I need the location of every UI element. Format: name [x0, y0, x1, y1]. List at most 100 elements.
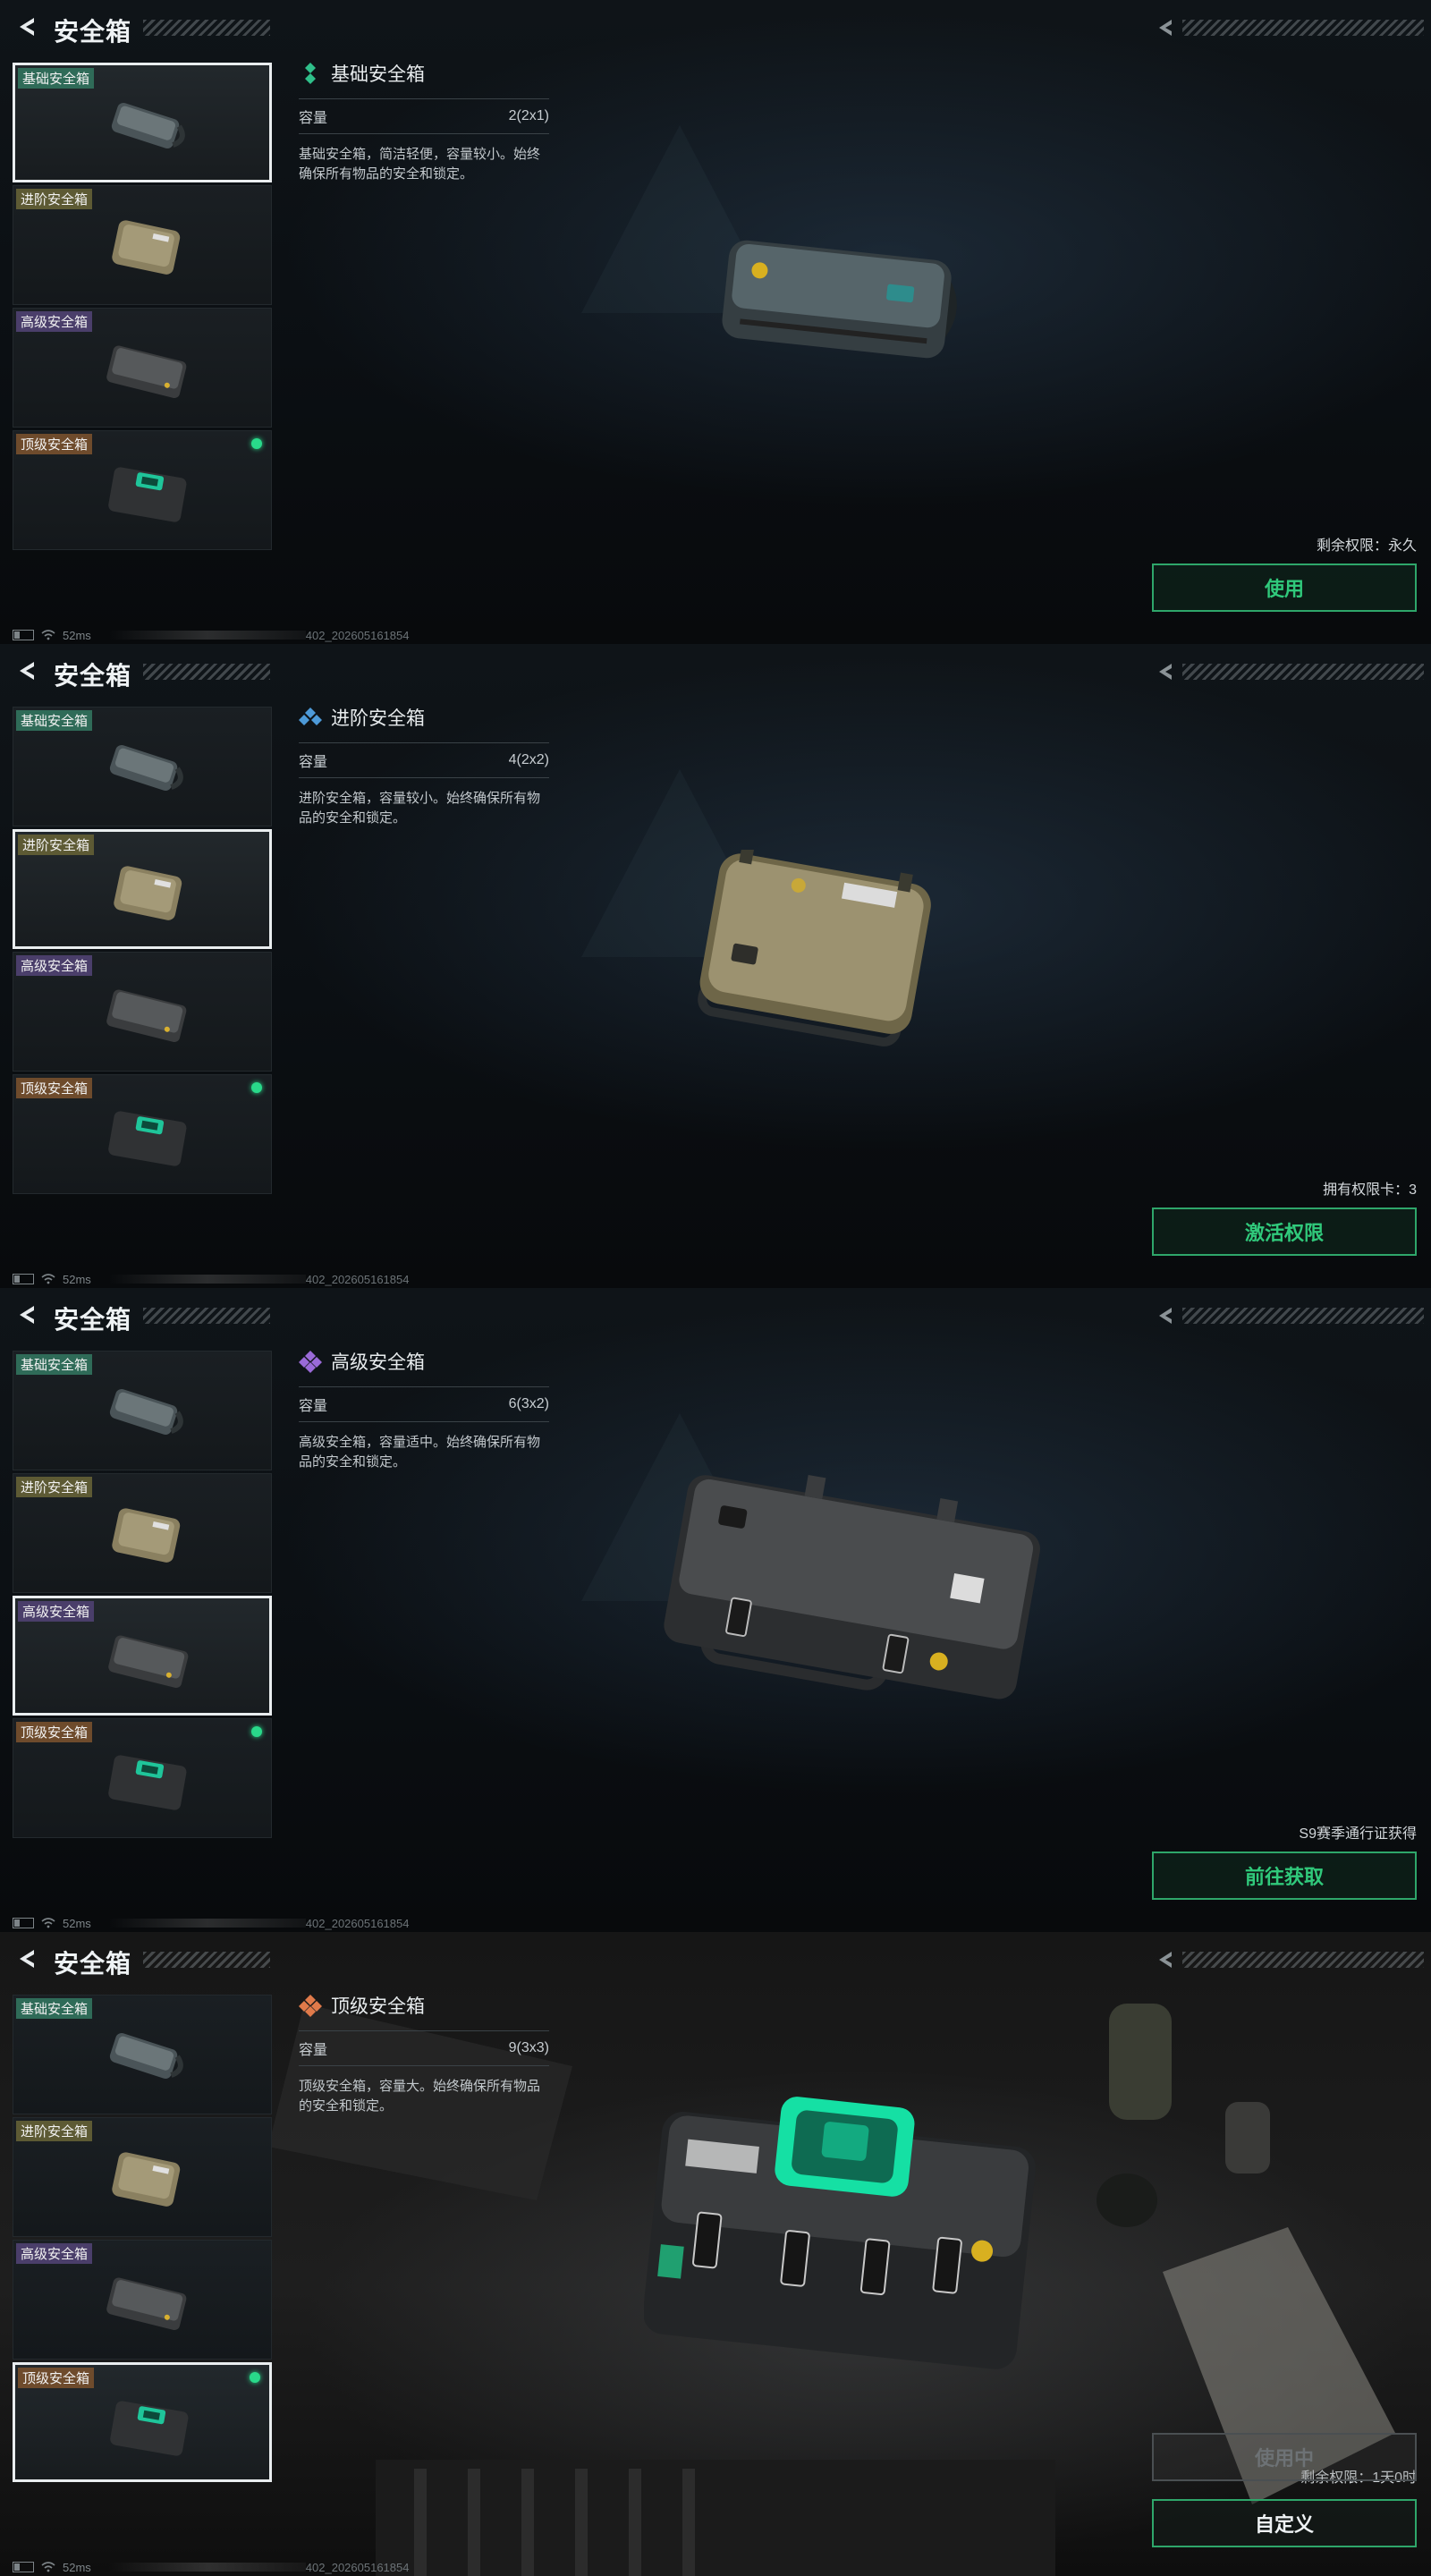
capacity-value: 2(2x1) [508, 108, 549, 123]
case-list: 基础安全箱 进阶安全箱 高级安全箱 顶级安全箱 [13, 1351, 274, 1841]
wifi-icon [41, 2562, 55, 2572]
panel-basic: 安全箱 基础安全箱 进阶安全箱 高级安全箱 顶级安全箱 基础安全箱 容量 2(2… [0, 0, 1431, 644]
case-list: 基础安全箱 进阶安全箱 高级安全箱 顶级安全箱 [13, 1995, 274, 2485]
advanced-case-thumb [112, 220, 181, 275]
high-case-thumb [106, 989, 187, 1042]
blurred-text [108, 1275, 306, 1284]
top-case-thumb [108, 1755, 187, 1810]
blurred-text [108, 1919, 306, 1928]
advanced-case-thumb [112, 2152, 181, 2207]
panel-high: 安全箱 基础安全箱 进阶安全箱 高级安全箱 顶级安全箱 高级安全箱 容量 6(3… [0, 1288, 1431, 1932]
high-case-image [664, 1474, 1040, 1699]
case-item-high[interactable]: 高级安全箱 [13, 308, 272, 428]
capacity-row: 容量 9(3x3) [299, 2030, 549, 2066]
panel-top: 安全箱 基础安全箱 进阶安全箱 高级安全箱 顶级安全箱 顶级安全箱 容量 9(3… [0, 1932, 1431, 2576]
advanced-case-thumb [112, 1508, 181, 1563]
case-item-basic[interactable]: 基础安全箱 [13, 63, 272, 182]
top-bar: 安全箱 [0, 1288, 1431, 1345]
basic-case-thumb [109, 2033, 183, 2079]
rarity-high-icon [299, 1351, 322, 1373]
decor-stripes [1182, 20, 1424, 36]
battery-icon [13, 630, 34, 640]
decor-chevron-icon [1159, 1308, 1172, 1324]
back-arrow-icon[interactable] [14, 1946, 39, 1971]
ping-text: 52ms [63, 1916, 91, 1930]
in-use-indicator [250, 2372, 260, 2383]
decor-stripes [143, 1952, 270, 1968]
battery-icon [13, 1274, 34, 1284]
case-name: 高级安全箱 [331, 1352, 425, 1373]
case-item-top[interactable]: 顶级安全箱 [13, 1718, 272, 1838]
case-item-advanced[interactable]: 进阶安全箱 [13, 829, 272, 949]
case-item-label: 进阶安全箱 [16, 189, 93, 209]
case-item-top[interactable]: 顶级安全箱 [13, 1074, 272, 1194]
case-item-label: 进阶安全箱 [18, 835, 95, 855]
top-bar: 安全箱 [0, 644, 1431, 701]
page-title: 安全箱 [54, 662, 132, 690]
decor-stripes [143, 664, 270, 680]
capacity-label: 容量 [299, 111, 328, 126]
advanced-case-thumb [114, 866, 182, 920]
case-item-label: 基础安全箱 [16, 710, 93, 731]
case-item-label: 基础安全箱 [16, 1998, 93, 2019]
case-description: 基础安全箱，简洁轻便，容量较小。始终确保所有物品的安全和锁定。 [299, 147, 541, 182]
capacity-label: 容量 [299, 1399, 328, 1414]
case-item-label: 高级安全箱 [16, 955, 93, 976]
capacity-row: 容量 6(3x2) [299, 1386, 549, 1422]
ping-text: 52ms [63, 2560, 91, 2574]
case-item-basic[interactable]: 基础安全箱 [13, 1351, 272, 1470]
case-item-high[interactable]: 高级安全箱 [13, 1596, 272, 1716]
permission-note: 剩余权限：永久 [1316, 538, 1417, 554]
rarity-basic-icon [305, 63, 316, 84]
rarity-advanced-icon [299, 708, 322, 725]
case-name: 基础安全箱 [331, 64, 425, 85]
capacity-row: 容量 4(2x2) [299, 742, 549, 778]
back-arrow-icon[interactable] [14, 1302, 39, 1327]
top-case-image [644, 2097, 1036, 2369]
in-use-indicator [251, 1082, 262, 1093]
case-item-label: 高级安全箱 [16, 2243, 93, 2264]
decor-chevron-icon [1159, 664, 1172, 680]
wifi-icon [41, 1918, 55, 1928]
status-bar: 52ms 402_202605161854 [13, 1270, 409, 1288]
case-item-top[interactable]: 顶级安全箱 [13, 2362, 272, 2482]
capacity-value: 6(3x2) [508, 1396, 549, 1411]
case-name: 进阶安全箱 [331, 708, 425, 729]
decor-chevron-icon [1159, 1952, 1172, 1968]
case-list: 基础安全箱 进阶安全箱 高级安全箱 顶级安全箱 [13, 63, 274, 553]
in-use-button[interactable]: 使用中 [1152, 2433, 1417, 2481]
wifi-icon [41, 1274, 55, 1284]
decor-stripes [143, 20, 270, 36]
top-bar: 安全箱 [0, 0, 1431, 57]
activate-button[interactable]: 激活权限 [1152, 1208, 1417, 1256]
customize-button[interactable]: 自定义 [1152, 2499, 1417, 2547]
basic-case-image [722, 240, 957, 359]
battery-icon [13, 1918, 34, 1928]
case-list: 基础安全箱 进阶安全箱 高级安全箱 顶级安全箱 [13, 707, 274, 1197]
case-item-high[interactable]: 高级安全箱 [13, 2240, 272, 2360]
case-item-basic[interactable]: 基础安全箱 [13, 707, 272, 826]
decor-stripes [1182, 1952, 1424, 1968]
back-arrow-icon[interactable] [14, 658, 39, 683]
case-item-label: 进阶安全箱 [16, 2121, 93, 2141]
use-button[interactable]: 使用 [1152, 564, 1417, 612]
back-arrow-icon[interactable] [14, 14, 39, 39]
page-title: 安全箱 [54, 1306, 132, 1334]
case-item-advanced[interactable]: 进阶安全箱 [13, 2117, 272, 2237]
decor-chevron-icon [1159, 20, 1172, 36]
blurred-text [108, 631, 306, 640]
case-item-advanced[interactable]: 进阶安全箱 [13, 185, 272, 305]
build-code: 402_202605161854 [305, 1916, 410, 1930]
case-item-label: 进阶安全箱 [16, 1477, 93, 1497]
case-description: 高级安全箱，容量适中。始终确保所有物品的安全和锁定。 [299, 1435, 541, 1470]
case-item-label: 基础安全箱 [18, 68, 95, 89]
case-item-top[interactable]: 顶级安全箱 [13, 430, 272, 550]
ping-text: 52ms [63, 628, 91, 642]
go-obtain-button[interactable]: 前往获取 [1152, 1852, 1417, 1900]
case-item-high[interactable]: 高级安全箱 [13, 952, 272, 1072]
case-item-basic[interactable]: 基础安全箱 [13, 1995, 272, 2114]
case-item-label: 顶级安全箱 [16, 1078, 93, 1098]
case-info: 高级安全箱 容量 6(3x2) 高级安全箱，容量适中。始终确保所有物品的安全和锁… [299, 1345, 549, 1472]
case-item-advanced[interactable]: 进阶安全箱 [13, 1473, 272, 1593]
capacity-value: 9(3x3) [508, 2040, 549, 2055]
